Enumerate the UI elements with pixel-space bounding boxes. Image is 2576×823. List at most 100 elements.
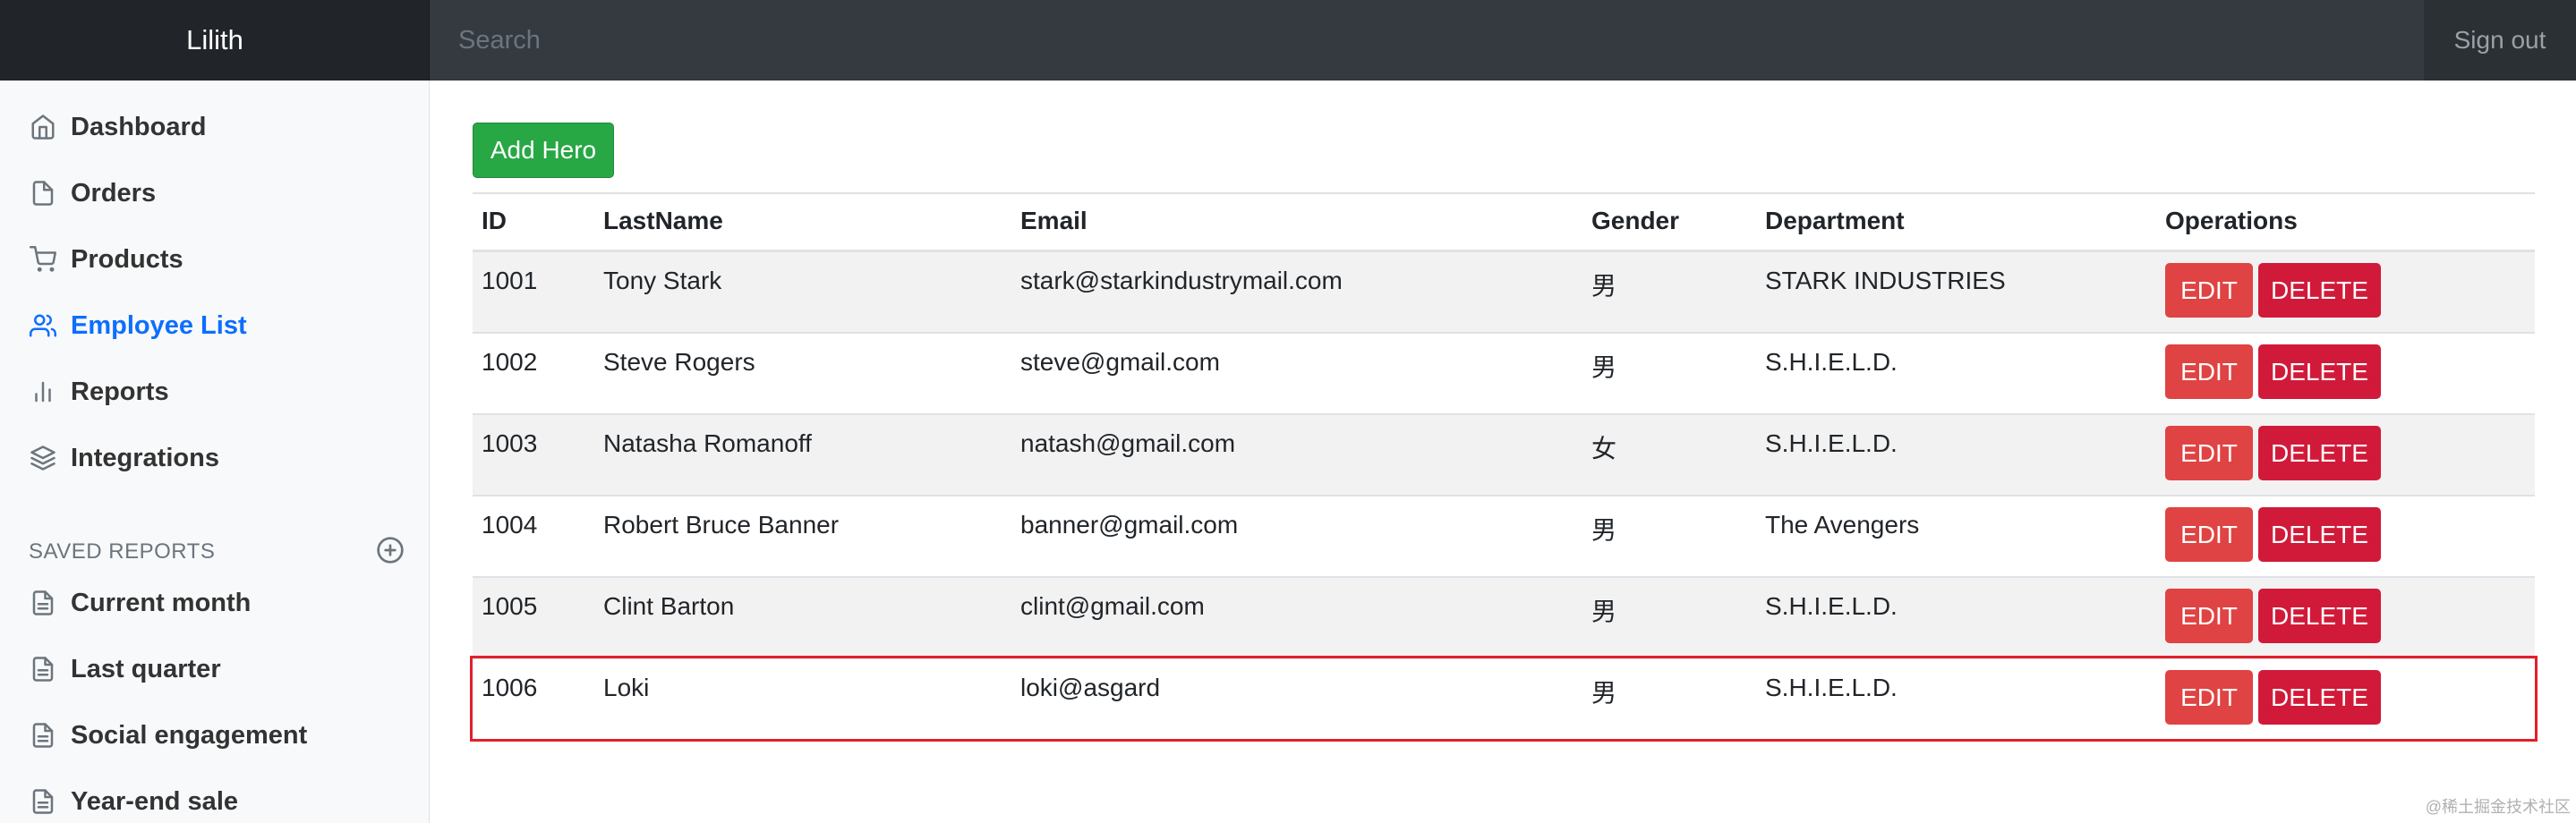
- delete-button[interactable]: DELETE: [2258, 426, 2381, 480]
- saved-reports-heading: SAVED REPORTS: [29, 534, 405, 570]
- sidebar-item-label: Social engagement: [71, 720, 308, 750]
- employee-table: ID LastName Email Gender Department Oper…: [470, 192, 2538, 742]
- sidebar-item-label: Orders: [71, 178, 157, 208]
- table-row: 1002 Steve Rogers steve@gmail.com 男 S.H.…: [473, 332, 2535, 414]
- cell-department: S.H.I.E.L.D.: [1756, 658, 2156, 739]
- file-text-icon: [29, 589, 57, 617]
- delete-button[interactable]: DELETE: [2258, 670, 2381, 725]
- cell-lastname: Steve Rogers: [594, 332, 1011, 414]
- cell-id: 1006: [473, 658, 594, 739]
- sidebar-item-employee-list[interactable]: Employee List: [29, 305, 247, 346]
- delete-button[interactable]: DELETE: [2258, 344, 2381, 399]
- cell-department: STARK INDUSTRIES: [1756, 250, 2156, 333]
- sidebar-item-label: Employee List: [71, 310, 247, 340]
- header-lastname: LastName: [594, 192, 1011, 252]
- cell-gender: 男: [1582, 576, 1756, 658]
- sidebar-item-products[interactable]: Products: [29, 239, 183, 280]
- cell-email: clint@gmail.com: [1011, 576, 1582, 658]
- sidebar-item-label: Dashboard: [71, 112, 207, 141]
- edit-button[interactable]: EDIT: [2165, 426, 2253, 480]
- cell-id: 1005: [473, 576, 594, 658]
- edit-button[interactable]: EDIT: [2165, 263, 2253, 318]
- cell-lastname: Clint Barton: [594, 576, 1011, 658]
- edit-button[interactable]: EDIT: [2165, 344, 2253, 399]
- top-navbar: Lilith Sign out: [0, 0, 2576, 81]
- header-email: Email: [1011, 192, 1582, 252]
- brand-logo[interactable]: Lilith: [0, 0, 430, 81]
- cell-gender: 男: [1582, 495, 1756, 577]
- layers-icon: [29, 444, 57, 472]
- cell-id: 1003: [473, 413, 594, 496]
- bar-chart-icon: [29, 378, 57, 406]
- sidebar-item-label: Integrations: [71, 443, 219, 472]
- sidebar-report-social-engagement[interactable]: Social engagement: [29, 715, 307, 756]
- cell-gender: 男: [1582, 332, 1756, 414]
- file-text-icon: [29, 655, 57, 683]
- edit-button[interactable]: EDIT: [2165, 670, 2253, 725]
- home-icon: [29, 113, 57, 141]
- saved-reports-label: SAVED REPORTS: [29, 539, 216, 564]
- table-row: 1004 Robert Bruce Banner banner@gmail.co…: [473, 495, 2535, 577]
- cell-operations: EDIT DELETE: [2156, 495, 2535, 577]
- sidebar-item-orders[interactable]: Orders: [29, 173, 156, 214]
- sidebar-report-year-end-sale[interactable]: Year-end sale: [29, 781, 238, 822]
- sign-out-link[interactable]: Sign out: [2424, 0, 2576, 81]
- cell-email: banner@gmail.com: [1011, 495, 1582, 577]
- edit-button[interactable]: EDIT: [2165, 507, 2253, 562]
- cell-gender: 男: [1582, 658, 1756, 739]
- cell-gender: 女: [1582, 413, 1756, 496]
- header-operations: Operations: [2156, 192, 2535, 252]
- sidebar-item-reports[interactable]: Reports: [29, 371, 169, 412]
- cell-gender: 男: [1582, 250, 1756, 333]
- edit-button[interactable]: EDIT: [2165, 589, 2253, 643]
- users-icon: [29, 311, 57, 340]
- cell-operations: EDIT DELETE: [2156, 413, 2535, 496]
- cell-department: The Avengers: [1756, 495, 2156, 577]
- file-text-icon: [29, 721, 57, 750]
- cell-id: 1001: [473, 250, 594, 333]
- table-row-highlighted: 1006 Loki loki@asgard 男 S.H.I.E.L.D. EDI…: [470, 656, 2538, 742]
- table-row: 1005 Clint Barton clint@gmail.com 男 S.H.…: [473, 576, 2535, 658]
- sidebar-report-current-month[interactable]: Current month: [29, 582, 251, 624]
- sidebar-item-label: Products: [71, 244, 183, 274]
- sidebar-item-label: Reports: [71, 377, 169, 406]
- header-department: Department: [1756, 192, 2156, 252]
- search-input[interactable]: [430, 0, 2424, 81]
- delete-button[interactable]: DELETE: [2258, 263, 2381, 318]
- cell-id: 1004: [473, 495, 594, 577]
- cell-operations: EDIT DELETE: [2156, 658, 2535, 739]
- plus-circle-icon[interactable]: [376, 536, 405, 569]
- table-row: 1003 Natasha Romanoff natash@gmail.com 女…: [473, 413, 2535, 496]
- shopping-cart-icon: [29, 245, 57, 274]
- cell-department: S.H.I.E.L.D.: [1756, 413, 2156, 496]
- sidebar-item-integrations[interactable]: Integrations: [29, 437, 219, 479]
- sidebar-item-label: Year-end sale: [71, 786, 238, 816]
- cell-lastname: Robert Bruce Banner: [594, 495, 1011, 577]
- sidebar-item-label: Last quarter: [71, 654, 221, 683]
- table-row: 1001 Tony Stark stark@starkindustrymail.…: [473, 250, 2535, 333]
- cell-department: S.H.I.E.L.D.: [1756, 576, 2156, 658]
- add-hero-button[interactable]: Add Hero: [473, 123, 614, 178]
- file-text-icon: [29, 787, 57, 816]
- watermark: @稀土掘金技术社区: [2425, 798, 2571, 816]
- cell-operations: EDIT DELETE: [2156, 250, 2535, 333]
- delete-button[interactable]: DELETE: [2258, 507, 2381, 562]
- cell-lastname: Natasha Romanoff: [594, 413, 1011, 496]
- table-header-row: ID LastName Email Gender Department Oper…: [473, 192, 2535, 252]
- cell-email: stark@starkindustrymail.com: [1011, 250, 1582, 333]
- sidebar-report-last-quarter[interactable]: Last quarter: [29, 649, 221, 690]
- cell-id: 1002: [473, 332, 594, 414]
- cell-department: S.H.I.E.L.D.: [1756, 332, 2156, 414]
- cell-lastname: Loki: [594, 658, 1011, 739]
- cell-operations: EDIT DELETE: [2156, 332, 2535, 414]
- cell-email: steve@gmail.com: [1011, 332, 1582, 414]
- cell-email: natash@gmail.com: [1011, 413, 1582, 496]
- sidebar-item-dashboard[interactable]: Dashboard: [29, 106, 206, 148]
- sidebar: Dashboard Orders Products Employee List …: [0, 81, 430, 823]
- file-icon: [29, 179, 57, 208]
- cell-lastname: Tony Stark: [594, 250, 1011, 333]
- cell-email: loki@asgard: [1011, 658, 1582, 739]
- delete-button[interactable]: DELETE: [2258, 589, 2381, 643]
- header-gender: Gender: [1582, 192, 1756, 252]
- cell-operations: EDIT DELETE: [2156, 576, 2535, 658]
